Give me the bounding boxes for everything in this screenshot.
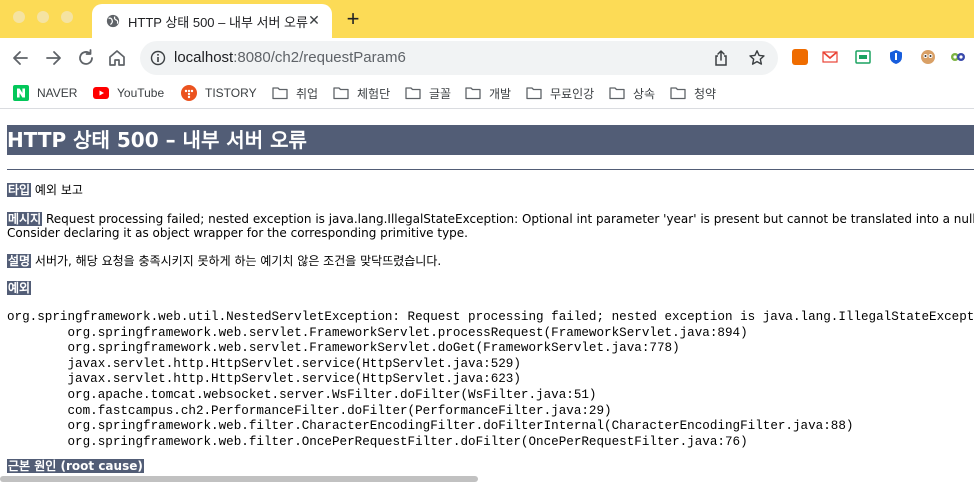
exception-row: 예외 (7, 279, 32, 296)
description-label: 설명 (7, 254, 32, 268)
url-path: :8080/ch2/requestParam6 (233, 49, 406, 66)
url-text[interactable]: localhost:8080/ch2/requestParam6 (174, 49, 406, 66)
type-value: 예외 보고 (34, 183, 83, 197)
type-row: 타입 예외 보고 (7, 181, 83, 198)
horizontal-scrollbar[interactable] (0, 476, 478, 482)
youtube-icon (93, 87, 109, 99)
bookmark-youtube[interactable]: YouTube (93, 84, 164, 102)
extension-eye-icon[interactable] (950, 49, 966, 65)
message-row-continued: Consider declaring it as object wrapper … (7, 226, 468, 240)
message-value-continued: Consider declaring it as object wrapper … (7, 226, 468, 240)
address-bar[interactable]: localhost:8080/ch2/requestParam6 (140, 41, 778, 75)
bookmark-label: 무료인강 (550, 86, 595, 101)
root-cause-label: 근본 원인 (root cause) (7, 459, 144, 473)
description-row: 설명 서버가, 해당 요청을 충족시키지 못하게 하는 예기치 않은 조건을 맞… (7, 252, 441, 269)
folder-icon (609, 87, 625, 100)
bookmark-star-icon[interactable] (748, 49, 766, 67)
exception-label: 예외 (7, 281, 32, 295)
window-maximize-button[interactable] (61, 11, 73, 23)
message-label: 메시지 (7, 212, 43, 226)
back-icon[interactable] (10, 47, 32, 69)
extension-face-icon[interactable] (920, 49, 936, 65)
share-icon[interactable] (712, 49, 730, 67)
url-host: localhost (174, 49, 234, 66)
divider (7, 169, 974, 170)
bookmark-label: 청약 (694, 86, 717, 101)
bookmark-folder[interactable]: 취업 (272, 84, 318, 102)
description-value: 서버가, 해당 요청을 충족시키지 못하게 하는 예기치 않은 조건을 맞닥뜨렸… (34, 254, 442, 268)
reload-icon[interactable] (75, 47, 97, 69)
window-close-button[interactable] (13, 11, 25, 23)
bookmark-folder[interactable]: 체험단 (333, 84, 390, 102)
tab-strip: HTTP 상태 500 – 내부 서버 오류 ✕ + (0, 0, 974, 38)
shield-icon[interactable] (888, 49, 904, 65)
tab-close-icon[interactable]: ✕ (306, 13, 322, 29)
forward-icon[interactable] (42, 47, 64, 69)
bookmark-folder[interactable]: 글꼴 (405, 84, 451, 102)
folder-icon (465, 87, 481, 100)
globe-icon (106, 14, 120, 28)
bookmark-folder[interactable]: 무료인강 (526, 84, 594, 102)
bookmarks-bar: NAVER YouTube TISTORY 취업 체험단 글꼴 개발 무료인강 (0, 78, 974, 109)
gmail-icon[interactable] (822, 49, 838, 65)
bookmark-naver[interactable]: NAVER (13, 84, 77, 102)
page-content: HTTP 상태 500 – 내부 서버 오류 타입 예외 보고 메시지 Requ… (0, 109, 974, 482)
bookmark-folder[interactable]: 개발 (465, 84, 511, 102)
tistory-icon (181, 85, 197, 101)
folder-icon (272, 87, 288, 100)
message-value: Request processing failed; nested except… (45, 212, 974, 226)
new-tab-button[interactable]: + (343, 8, 363, 30)
folder-icon (526, 87, 542, 100)
extension-green-icon[interactable] (855, 49, 871, 65)
extension-ex-icon[interactable] (792, 49, 808, 65)
bookmark-label: TISTORY (205, 86, 257, 100)
message-row: 메시지 Request processing failed; nested ex… (7, 210, 974, 227)
folder-icon (670, 87, 686, 100)
bookmark-folder[interactable]: 청약 (670, 84, 716, 102)
site-info-icon[interactable] (150, 50, 166, 66)
window-minimize-button[interactable] (37, 11, 49, 23)
type-label: 타입 (7, 183, 32, 197)
bookmark-folder[interactable]: 상속 (609, 84, 655, 102)
tab-active[interactable]: HTTP 상태 500 – 내부 서버 오류 ✕ (92, 4, 332, 38)
toolbar: localhost:8080/ch2/requestParam6 (0, 38, 974, 78)
bookmark-label: NAVER (37, 86, 78, 100)
bookmark-label: 상속 (633, 86, 656, 101)
bookmark-label: 체험단 (357, 86, 391, 101)
stack-trace: org.springframework.web.util.NestedServl… (7, 310, 974, 449)
tab-title: HTTP 상태 500 – 내부 서버 오류 (128, 15, 308, 30)
bookmark-label: 취업 (296, 86, 319, 101)
home-icon[interactable] (106, 47, 128, 69)
bookmark-label: 글꼴 (429, 86, 452, 101)
folder-icon (405, 87, 421, 100)
folder-icon (333, 87, 349, 100)
page-title: HTTP 상태 500 – 내부 서버 오류 (7, 125, 974, 155)
naver-icon (13, 85, 29, 101)
bookmark-tistory[interactable]: TISTORY (181, 84, 257, 102)
bookmark-label: 개발 (489, 86, 512, 101)
root-cause-row: 근본 원인 (root cause) (7, 457, 144, 474)
bookmark-label: YouTube (117, 86, 165, 100)
